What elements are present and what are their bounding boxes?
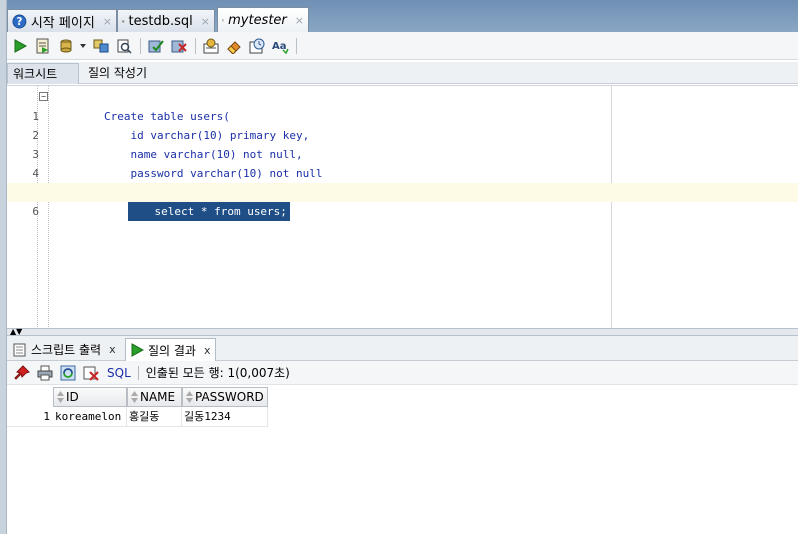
- selected-code-text: select * from users;: [127, 202, 290, 221]
- worksheet-subtabs: 워크시트 질의 작성기: [7, 62, 798, 84]
- clear-button[interactable]: [223, 35, 244, 56]
- left-dock-strip: [0, 0, 7, 534]
- sort-icon[interactable]: [186, 391, 193, 403]
- line-number: 2: [32, 129, 39, 142]
- editor-tab-bar: ? 시작 페이지 × testdb.sql × SQL mytester ×: [7, 0, 798, 32]
- explain-plan-button[interactable]: [90, 35, 111, 56]
- toolbar-separator: [195, 37, 196, 54]
- pin-icon: [13, 364, 30, 380]
- code-line: 3 name varchar(10) not null,: [32, 126, 798, 161]
- column-header-label: PASSWORD: [195, 390, 264, 404]
- commit-button[interactable]: [55, 35, 76, 56]
- tab-script-output[interactable]: 스크립트 출력 x: [9, 338, 120, 361]
- svg-text:?: ?: [16, 17, 22, 28]
- code-area[interactable]: 1 Create table users( 2 id varchar(10) pr…: [7, 88, 798, 221]
- history-icon: [249, 38, 264, 53]
- results-toolbar: SQL 인출된 모든 행: 1(0,007초): [7, 361, 798, 385]
- fold-toggle-icon[interactable]: −: [39, 92, 48, 101]
- code-line: 1 Create table users(: [32, 88, 798, 123]
- refresh-button[interactable]: [57, 362, 78, 383]
- sql-file-icon: [122, 19, 125, 23]
- tab-worksheet[interactable]: 워크시트: [7, 63, 79, 84]
- run-icon: [131, 343, 144, 357]
- tab-close-icon[interactable]: x: [204, 344, 211, 357]
- run-statement-button[interactable]: [9, 35, 30, 56]
- tab-close-icon[interactable]: ×: [201, 15, 210, 28]
- sql-link[interactable]: SQL: [107, 366, 131, 380]
- chevron-down-icon: [80, 43, 86, 48]
- column-header-id[interactable]: ID: [53, 387, 127, 407]
- column-header-label: ID: [66, 390, 79, 404]
- fetch-status: 인출된 모든 행: 1(0,007초): [145, 366, 290, 380]
- explain-plan-icon: [93, 39, 108, 52]
- toolbar-separator: [140, 37, 141, 54]
- sort-icon[interactable]: [57, 391, 64, 403]
- tab-start-page[interactable]: ? 시작 페이지 ×: [7, 9, 117, 32]
- eraser-icon: [226, 40, 241, 54]
- column-header-label: NAME: [140, 390, 176, 404]
- autotrace-icon: [117, 39, 132, 54]
- line-number: 1: [32, 110, 39, 123]
- tab-testdb-sql[interactable]: testdb.sql ×: [117, 9, 215, 32]
- freeze-pin-button[interactable]: [11, 362, 32, 383]
- output-tab-bar: 스크립트 출력 x 질의 결과 x: [7, 336, 798, 361]
- commit-icon: [148, 39, 164, 52]
- tab-close-icon[interactable]: x: [109, 343, 116, 356]
- worksheet-toolbar: Aa: [7, 32, 798, 60]
- tab-close-icon[interactable]: ×: [103, 15, 112, 28]
- printer-icon: [37, 365, 52, 380]
- sql-worksheet-icon: SQL: [222, 19, 224, 22]
- print-button[interactable]: [34, 362, 55, 383]
- database-icon: [60, 39, 71, 52]
- tab-query-builder[interactable]: 질의 작성기: [83, 63, 152, 84]
- code-line: 2 id varchar(10) primary key,: [32, 107, 798, 142]
- run-script-button[interactable]: [32, 35, 53, 56]
- tab-query-result[interactable]: 질의 결과 x: [125, 338, 216, 361]
- tab-label: 스크립트 출력: [31, 343, 102, 357]
- results-grid[interactable]: ID NAME PASSWORD 1 koreamelon 홍길동 길동1234: [7, 386, 798, 534]
- table-cell[interactable]: 홍길동: [127, 407, 182, 427]
- cancel-fetch-button[interactable]: [80, 362, 101, 383]
- autotrace-button[interactable]: [113, 35, 134, 56]
- column-header-name[interactable]: NAME: [127, 387, 182, 407]
- code-line: 5 ): [32, 164, 798, 199]
- code-line-current: 6 select * from users;: [7, 183, 798, 221]
- tab-close-icon[interactable]: ×: [295, 14, 304, 27]
- sql-developer-window: ? 시작 페이지 × testdb.sql × SQL mytester × A…: [0, 0, 798, 534]
- row-number[interactable]: 1: [7, 407, 53, 427]
- rollback-button[interactable]: [168, 35, 189, 56]
- sort-icon[interactable]: [131, 391, 138, 403]
- splitter-arrows-icon[interactable]: ▲▼: [10, 327, 22, 336]
- to-upper-lower-button[interactable]: Aa: [269, 35, 290, 56]
- cancel-sql-icon: [83, 366, 99, 381]
- sql-tuning-button[interactable]: [200, 35, 221, 56]
- run-script-icon: [36, 38, 48, 53]
- line-number: 3: [32, 148, 39, 161]
- rollback-icon: [171, 40, 187, 52]
- table-cell[interactable]: 길동1234: [182, 407, 268, 427]
- code-line: 4 password varchar(10) not null: [32, 145, 798, 180]
- script-output-icon: [13, 343, 26, 356]
- tab-label: 시작 페이지: [30, 15, 95, 31]
- toolbar-separator: [137, 365, 139, 380]
- tab-label: testdb.sql: [128, 13, 193, 29]
- run-icon: [14, 38, 27, 53]
- column-header-password[interactable]: PASSWORD: [182, 387, 268, 407]
- sql-editor[interactable]: − 1 Create table users( 2 id varchar(10) …: [7, 85, 798, 329]
- toolbar-separator: [296, 37, 297, 54]
- tab-mytester[interactable]: SQL mytester ×: [217, 7, 309, 32]
- commit-transaction-button[interactable]: [145, 35, 166, 56]
- tab-label: mytester: [228, 12, 287, 28]
- sql-history-button[interactable]: [246, 35, 267, 56]
- dropdown-arrow[interactable]: [78, 35, 88, 56]
- table-cell[interactable]: koreamelon: [53, 407, 127, 427]
- help-icon: ?: [12, 14, 27, 28]
- tab-label: 질의 결과: [148, 343, 196, 358]
- case-toggle-icon: Aa: [272, 41, 289, 54]
- line-number: 4: [32, 167, 39, 180]
- line-number: 6: [32, 205, 39, 218]
- refresh-icon: [60, 365, 75, 380]
- panel-splitter[interactable]: ▲▼: [7, 327, 798, 336]
- tuning-icon: [203, 38, 218, 53]
